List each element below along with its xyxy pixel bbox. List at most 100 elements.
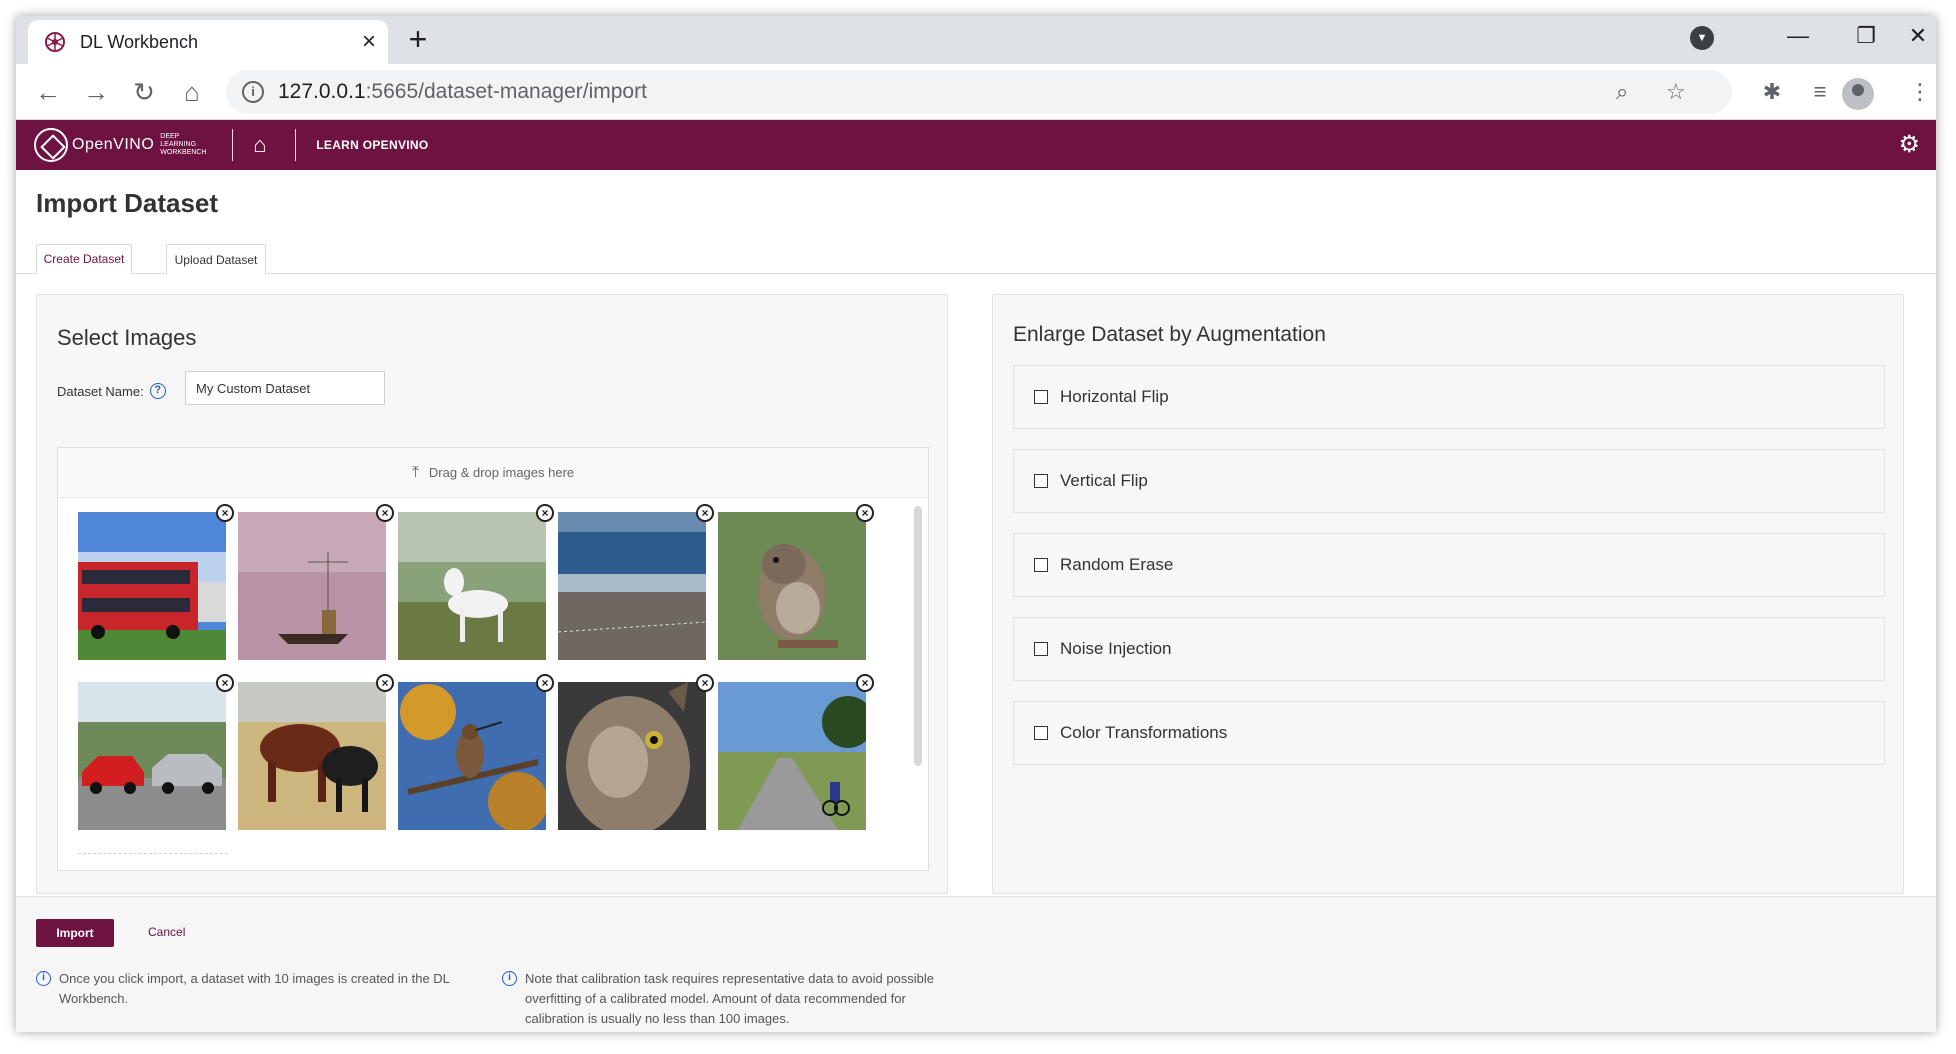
image-dropzone[interactable]: ⤒ Drag & drop images here × × × × × × × …: [57, 447, 929, 871]
import-button[interactable]: Import: [36, 919, 114, 947]
logo-text: OpenVINO: [72, 136, 155, 153]
tab-upload-dataset[interactable]: Upload Dataset: [166, 244, 266, 275]
openvino-logo-icon: [34, 128, 68, 162]
back-icon[interactable]: ←: [30, 74, 66, 110]
tab-create-dataset[interactable]: Create Dataset: [36, 244, 132, 275]
drop-hint: ⤒ Drag & drop images here: [58, 448, 928, 498]
browser-toolbar: ← → ↻ ⌂ i 127.0.0.1:5665/dataset-manager…: [16, 64, 1936, 120]
dog-image: [398, 512, 546, 660]
image-grid-scrollbar[interactable]: [914, 506, 922, 766]
new-tab-icon[interactable]: +: [402, 23, 434, 56]
color-transformations-checkbox[interactable]: [1034, 726, 1048, 740]
cattle-image: [238, 682, 386, 830]
image-thumb[interactable]: ×: [238, 504, 394, 660]
remove-image-icon[interactable]: ×: [216, 504, 234, 522]
minimize-icon[interactable]: —: [1764, 16, 1832, 56]
address-bar[interactable]: i 127.0.0.1:5665/dataset-manager/import …: [226, 70, 1732, 114]
beach-image: [558, 512, 706, 660]
image-thumb[interactable]: ×: [238, 674, 394, 830]
image-thumb[interactable]: ×: [398, 504, 554, 660]
boat-image: [238, 512, 386, 660]
remove-image-icon[interactable]: ×: [696, 504, 714, 522]
augmentation-option-noise-injection[interactable]: Noise Injection: [1013, 617, 1885, 681]
sparrow-image: [718, 512, 866, 660]
augmentation-option-label: Vertical Flip: [1060, 471, 1148, 490]
remove-image-icon[interactable]: ×: [696, 674, 714, 692]
info-icon: i: [502, 971, 517, 986]
augmentation-option-label: Random Erase: [1060, 555, 1174, 574]
bookmark-star-icon[interactable]: ☆: [1666, 79, 1686, 105]
dataset-name-label-text: Dataset Name:: [57, 383, 144, 399]
page-title: Import Dataset: [36, 188, 219, 218]
forward-icon[interactable]: →: [78, 74, 114, 110]
profile-avatar[interactable]: [1842, 78, 1874, 110]
tab-strip: DL Workbench × + ▼ — ❐ ✕: [16, 16, 1936, 64]
remove-image-icon[interactable]: ×: [856, 504, 874, 522]
image-thumb[interactable]: ×: [718, 504, 874, 660]
bus-image: [78, 512, 226, 660]
cancel-button[interactable]: Cancel: [148, 925, 185, 939]
menu-icon[interactable]: ⋮: [1902, 74, 1936, 110]
header-divider: [232, 129, 234, 161]
remove-image-icon[interactable]: ×: [376, 674, 394, 692]
site-info-icon[interactable]: i: [242, 81, 264, 103]
close-window-icon[interactable]: ✕: [1900, 16, 1936, 56]
help-icon[interactable]: ?: [149, 383, 166, 399]
noise-injection-checkbox[interactable]: [1034, 642, 1048, 656]
horizontal-flip-checkbox[interactable]: [1034, 390, 1048, 404]
zoom-icon[interactable]: ⌕: [1616, 79, 1628, 105]
home-icon[interactable]: ⌂: [174, 74, 210, 110]
remove-image-icon[interactable]: ×: [536, 504, 554, 522]
calibration-info-text: Note that calibration task requires repr…: [525, 971, 935, 1026]
workbench-favicon-icon: [45, 32, 65, 52]
image-thumb[interactable]: ×: [398, 674, 554, 830]
remove-image-icon[interactable]: ×: [536, 674, 554, 692]
settings-gear-icon[interactable]: ⚙: [1898, 133, 1920, 157]
import-info-text: Once you click import, a dataset with 10…: [59, 971, 450, 1006]
augmentation-option-color-transformations[interactable]: Color Transformations: [1013, 701, 1885, 765]
image-thumb[interactable]: ×: [78, 674, 234, 830]
upload-icon: ⤒: [411, 463, 419, 481]
browser-tab[interactable]: DL Workbench ×: [28, 20, 388, 64]
remove-image-icon[interactable]: ×: [376, 504, 394, 522]
browser-window: DL Workbench × + ▼ — ❐ ✕ ← → ↻ ⌂ i 127.0…: [16, 16, 1936, 1032]
image-thumb[interactable]: ×: [558, 504, 714, 660]
select-images-card: Select Images Dataset Name: ? ⤒ Drag & d…: [36, 294, 948, 894]
app-header: OpenVINO DEEP LEARNING WORKBENCH ⌂ LEARN…: [16, 120, 1936, 170]
action-footer: Import Cancel i Once you click import, a…: [16, 896, 1936, 1032]
augmentation-option-label: Color Transformations: [1060, 723, 1228, 742]
cars-image: [78, 682, 226, 830]
image-thumb[interactable]: ×: [78, 504, 234, 660]
reload-icon[interactable]: ↻: [126, 74, 162, 110]
augmentation-title: Enlarge Dataset by Augmentation: [1013, 323, 1326, 346]
augmentation-card: Enlarge Dataset by Augmentation Horizont…: [992, 294, 1904, 894]
media-control-icon[interactable]: ≡: [1802, 74, 1838, 110]
random-erase-checkbox[interactable]: [1034, 558, 1048, 572]
openvino-logo[interactable]: OpenVINO DEEP LEARNING WORKBENCH: [34, 128, 212, 162]
header-divider: [295, 129, 297, 161]
vertical-flip-checkbox[interactable]: [1034, 474, 1048, 488]
next-row-placeholder: [78, 853, 228, 873]
image-thumb[interactable]: ×: [718, 674, 874, 830]
dataset-name-label: Dataset Name: ?: [57, 383, 166, 399]
remove-image-icon[interactable]: ×: [856, 674, 874, 692]
close-tab-icon[interactable]: ×: [362, 30, 376, 54]
import-info-note: i Once you click import, a dataset with …: [36, 969, 496, 1009]
cat-image: [558, 682, 706, 830]
restore-icon[interactable]: ❐: [1832, 16, 1900, 56]
select-images-title: Select Images: [57, 325, 197, 350]
extensions-icon[interactable]: ✱: [1754, 74, 1790, 110]
app-home-icon[interactable]: ⌂: [253, 134, 275, 156]
augmentation-option-horizontal-flip[interactable]: Horizontal Flip: [1013, 365, 1885, 429]
remove-image-icon[interactable]: ×: [216, 674, 234, 692]
learn-openvino-link[interactable]: LEARN OPENVINO: [316, 138, 428, 152]
augmentation-option-label: Noise Injection: [1060, 639, 1172, 658]
dataset-name-input[interactable]: [185, 371, 385, 405]
image-thumb[interactable]: ×: [558, 674, 714, 830]
augmentation-option-random-erase[interactable]: Random Erase: [1013, 533, 1885, 597]
augmentation-option-vertical-flip[interactable]: Vertical Flip: [1013, 449, 1885, 513]
drop-hint-text: Drag & drop images here: [428, 465, 575, 480]
url-host: 127.0.0.1: [278, 80, 366, 103]
url-path: :5665/dataset-manager/import: [365, 80, 647, 103]
tab-search-icon[interactable]: ▼: [1690, 26, 1714, 50]
